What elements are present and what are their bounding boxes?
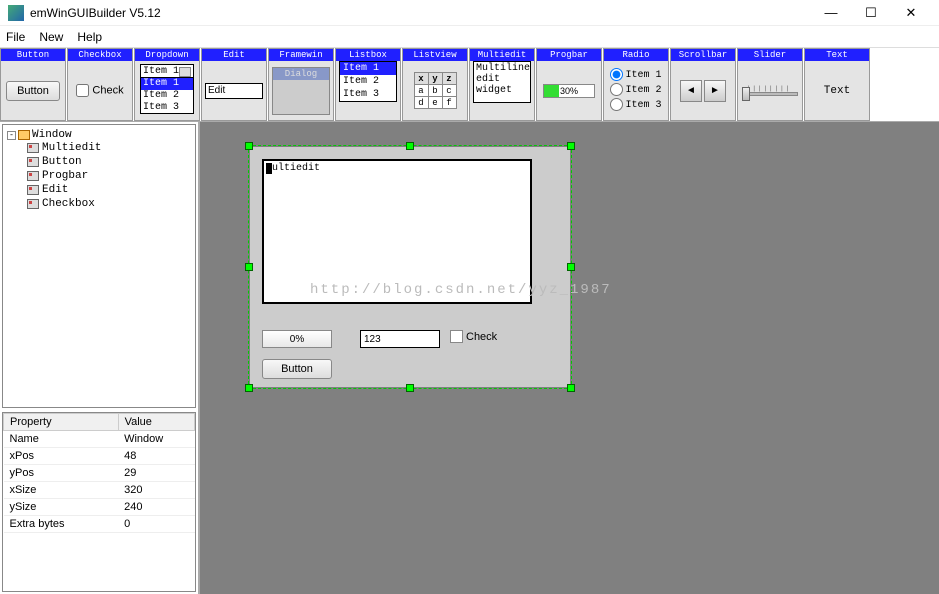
tool-edit[interactable]: Edit Edit bbox=[201, 48, 267, 121]
left-panel: - Window Multiedit Button Progbar Edit C… bbox=[0, 122, 200, 594]
tree-item[interactable]: Edit bbox=[27, 183, 191, 197]
design-button[interactable]: Button bbox=[262, 359, 332, 379]
demo-text: Text bbox=[824, 85, 850, 97]
widget-icon bbox=[27, 171, 39, 181]
maximize-button[interactable]: ☐ bbox=[851, 2, 891, 24]
widget-icon bbox=[27, 157, 39, 167]
scroll-left-icon: ◄ bbox=[680, 80, 702, 102]
menubar: File New Help bbox=[0, 26, 939, 48]
main-area: - Window Multiedit Button Progbar Edit C… bbox=[0, 122, 939, 594]
resize-handle[interactable] bbox=[406, 384, 414, 392]
tool-dropdown[interactable]: Dropdown Item 1 Item 1 Item 2 Item 3 bbox=[134, 48, 200, 121]
scroll-right-icon: ► bbox=[704, 80, 726, 102]
demo-edit: Edit bbox=[205, 83, 263, 99]
minimize-button[interactable]: — bbox=[811, 2, 851, 24]
resize-handle[interactable] bbox=[245, 142, 253, 150]
widget-icon bbox=[27, 185, 39, 195]
tool-radio[interactable]: Radio Item 1 Item 2 Item 3 bbox=[603, 48, 669, 121]
close-button[interactable]: ✕ bbox=[891, 2, 931, 24]
prop-row: yPos29 bbox=[4, 465, 195, 482]
design-window[interactable]: ultiedit http://blog.csdn.net/yyz_1987 0… bbox=[250, 147, 570, 387]
tree-item[interactable]: Checkbox bbox=[27, 197, 191, 211]
menu-file[interactable]: File bbox=[6, 30, 25, 44]
prop-row: NameWindow bbox=[4, 431, 195, 448]
resize-handle[interactable] bbox=[406, 142, 414, 150]
widget-icon bbox=[27, 199, 39, 209]
demo-radio: Item 1 Item 2 Item 3 bbox=[610, 68, 661, 113]
demo-slider: |||||||| bbox=[741, 86, 799, 96]
tool-listbox[interactable]: Listbox Item 1 Item 2 Item 3 bbox=[335, 48, 401, 121]
design-multiedit[interactable]: ultiedit bbox=[262, 159, 532, 304]
tool-listview[interactable]: Listview xyz abc def bbox=[402, 48, 468, 121]
demo-scrollbar: ◄► bbox=[680, 80, 726, 102]
demo-listbox: Item 1 Item 2 Item 3 bbox=[339, 61, 397, 102]
resize-handle[interactable] bbox=[567, 142, 575, 150]
prop-row: Extra bytes0 bbox=[4, 516, 195, 533]
collapse-icon[interactable]: - bbox=[7, 131, 16, 140]
tool-slider[interactable]: Slider |||||||| bbox=[737, 48, 803, 121]
tool-scrollbar[interactable]: Scrollbar ◄► bbox=[670, 48, 736, 121]
prop-row: xSize320 bbox=[4, 482, 195, 499]
tool-progbar[interactable]: Progbar 30% bbox=[536, 48, 602, 121]
demo-checkbox-input bbox=[76, 84, 89, 97]
demo-listview: xyz abc def bbox=[414, 72, 457, 109]
resize-handle[interactable] bbox=[567, 384, 575, 392]
design-checkbox[interactable]: Check bbox=[450, 330, 497, 343]
property-grid[interactable]: PropertyValue NameWindow xPos48 yPos29 x… bbox=[2, 412, 196, 592]
widget-icon bbox=[27, 143, 39, 153]
prop-row: ySize240 bbox=[4, 499, 195, 516]
titlebar: emWinGUIBuilder V5.12 — ☐ ✕ bbox=[0, 0, 939, 26]
tree-root[interactable]: - Window bbox=[7, 129, 191, 141]
design-edit[interactable]: 123 bbox=[360, 330, 440, 348]
prop-row: xPos48 bbox=[4, 448, 195, 465]
widget-tree[interactable]: - Window Multiedit Button Progbar Edit C… bbox=[2, 124, 196, 408]
tool-multiedit[interactable]: Multiedit Multiline edit widget bbox=[469, 48, 535, 121]
resize-handle[interactable] bbox=[245, 384, 253, 392]
tool-checkbox[interactable]: Checkbox Check bbox=[67, 48, 133, 121]
toolbox: Button Button Checkbox Check Dropdown It… bbox=[0, 48, 939, 122]
tree-item[interactable]: Progbar bbox=[27, 169, 191, 183]
tool-text[interactable]: Text Text bbox=[804, 48, 870, 121]
resize-handle[interactable] bbox=[245, 263, 253, 271]
demo-multiedit: Multiline edit widget bbox=[473, 61, 531, 103]
demo-dropdown: Item 1 Item 1 Item 2 Item 3 bbox=[140, 64, 194, 114]
tool-button[interactable]: Button Button bbox=[0, 48, 66, 121]
app-icon bbox=[8, 5, 24, 21]
resize-handle[interactable] bbox=[567, 263, 575, 271]
demo-progbar: 30% bbox=[543, 84, 595, 98]
tool-framewin[interactable]: Framewin Dialog bbox=[268, 48, 334, 121]
menu-help[interactable]: Help bbox=[77, 30, 102, 44]
demo-button: Button bbox=[6, 81, 60, 101]
menu-new[interactable]: New bbox=[39, 30, 63, 44]
design-canvas[interactable]: ultiedit http://blog.csdn.net/yyz_1987 0… bbox=[200, 122, 939, 594]
design-progbar[interactable]: 0% bbox=[262, 330, 332, 348]
tree-item[interactable]: Button bbox=[27, 155, 191, 169]
app-title: emWinGUIBuilder V5.12 bbox=[30, 6, 811, 20]
demo-framewin: Dialog bbox=[272, 67, 330, 115]
folder-icon bbox=[18, 130, 30, 140]
tree-item[interactable]: Multiedit bbox=[27, 141, 191, 155]
